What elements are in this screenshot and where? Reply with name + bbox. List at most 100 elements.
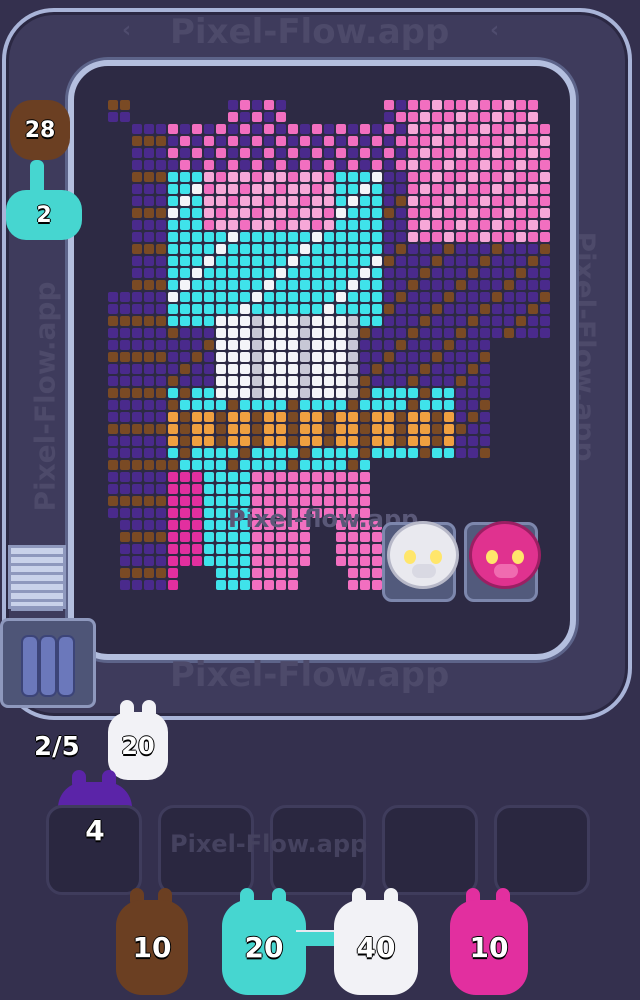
pixel-tile xyxy=(252,532,262,542)
pixel-tile xyxy=(456,364,466,374)
pixel-tile xyxy=(276,232,286,242)
pixel-tile xyxy=(204,364,214,374)
pixel-tile xyxy=(312,316,322,326)
pixel-tile xyxy=(216,292,226,302)
pixel-tile xyxy=(168,460,178,470)
pixel-tile xyxy=(324,352,334,362)
pixel-tile xyxy=(228,208,238,218)
pixel-tile xyxy=(132,508,142,518)
pixel-tile xyxy=(144,448,154,458)
pixel-tile xyxy=(192,364,202,374)
pixel-tile xyxy=(216,316,226,326)
pixel-tile xyxy=(240,544,250,554)
pixel-tile xyxy=(192,328,202,338)
pixel-tile xyxy=(468,268,478,278)
bottom-unit-cyan[interactable]: 20 xyxy=(222,888,306,995)
pixel-tile xyxy=(180,196,190,206)
pixel-tile xyxy=(228,580,238,590)
pixel-tile xyxy=(252,244,262,254)
pixel-tile xyxy=(156,124,166,134)
conveyor-unit-brown[interactable]: 28 xyxy=(10,100,70,160)
pixel-tile xyxy=(288,544,298,554)
pixel-tile xyxy=(432,448,442,458)
pixel-tile xyxy=(480,388,490,398)
pixel-tile xyxy=(456,376,466,386)
pixel-tile xyxy=(252,436,262,446)
pixel-tile xyxy=(372,316,382,326)
pixel-tile xyxy=(336,124,346,134)
pixel-tile xyxy=(216,544,226,554)
pixel-tile xyxy=(420,280,430,290)
pixel-tile xyxy=(168,328,178,338)
conveyor-unit-cyan[interactable]: 2 xyxy=(6,190,82,240)
pixel-tile xyxy=(240,340,250,350)
pixel-tile xyxy=(288,148,298,158)
white-pig[interactable] xyxy=(382,521,459,602)
pixel-tile xyxy=(504,208,514,218)
pixel-tile xyxy=(156,412,166,422)
pixel-tile xyxy=(156,208,166,218)
pixel-tile xyxy=(348,220,358,230)
bottom-unit-pink[interactable]: 10 xyxy=(450,888,528,995)
slot-5[interactable] xyxy=(494,805,590,895)
pixel-tile xyxy=(216,520,226,530)
bottom-unit-white[interactable]: 40 xyxy=(334,888,418,995)
pixel-tile xyxy=(444,376,454,386)
pixel-tile xyxy=(384,136,394,146)
pixel-tile xyxy=(408,256,418,266)
pixel-tile xyxy=(144,556,154,566)
pixel-tile xyxy=(444,208,454,218)
pixel-tile xyxy=(384,112,394,122)
pixel-tile xyxy=(228,412,238,422)
pixel-tile xyxy=(432,220,442,230)
pixel-tile xyxy=(504,184,514,194)
pixel-tile xyxy=(276,340,286,350)
bottom-unit-brown[interactable]: 10 xyxy=(116,888,188,995)
pixel-tile xyxy=(504,268,514,278)
pixel-tile xyxy=(156,268,166,278)
pixel-tile xyxy=(264,112,274,122)
pixel-tile xyxy=(240,244,250,254)
pixel-tile xyxy=(156,184,166,194)
pixel-tile xyxy=(408,232,418,242)
pixel-tile xyxy=(360,544,370,554)
pixel-tile xyxy=(480,364,490,374)
pixel-tile xyxy=(168,148,178,158)
pixel-tile xyxy=(288,424,298,434)
pixel-tile xyxy=(432,412,442,422)
pixel-tile xyxy=(492,328,502,338)
pixel-tile xyxy=(168,232,178,242)
pixel-tile xyxy=(324,208,334,218)
pixel-tile xyxy=(120,520,130,530)
pixel-tile xyxy=(264,184,274,194)
pixel-tile xyxy=(504,304,514,314)
pixel-tile xyxy=(288,268,298,278)
pixel-tile xyxy=(384,124,394,134)
pixel-tile xyxy=(204,136,214,146)
pixel-tile xyxy=(456,400,466,410)
pixel-tile xyxy=(204,280,214,290)
pixel-tile xyxy=(132,556,142,566)
pig-face-icon xyxy=(387,521,459,589)
pixel-tile xyxy=(276,304,286,314)
pixel-tile xyxy=(240,100,250,110)
slot-4[interactable] xyxy=(382,805,478,895)
pixel-tile xyxy=(216,232,226,242)
pixel-tile xyxy=(324,460,334,470)
pink-pig[interactable] xyxy=(464,521,541,602)
pixel-tile xyxy=(456,148,466,158)
pixel-tile xyxy=(108,328,118,338)
pixel-tile xyxy=(348,316,358,326)
pixel-tile xyxy=(216,124,226,134)
queue-unit-white[interactable]: 20 xyxy=(108,700,168,780)
pixel-tile xyxy=(360,304,370,314)
pixel-tile xyxy=(192,436,202,446)
pixel-tile xyxy=(276,256,286,266)
pixel-tile xyxy=(360,580,370,590)
pixel-tile xyxy=(408,436,418,446)
pixel-tile xyxy=(144,412,154,422)
pixel-tile xyxy=(144,124,154,134)
pixel-tile xyxy=(312,412,322,422)
pixel-tile xyxy=(168,184,178,194)
pixel-tile xyxy=(456,160,466,170)
